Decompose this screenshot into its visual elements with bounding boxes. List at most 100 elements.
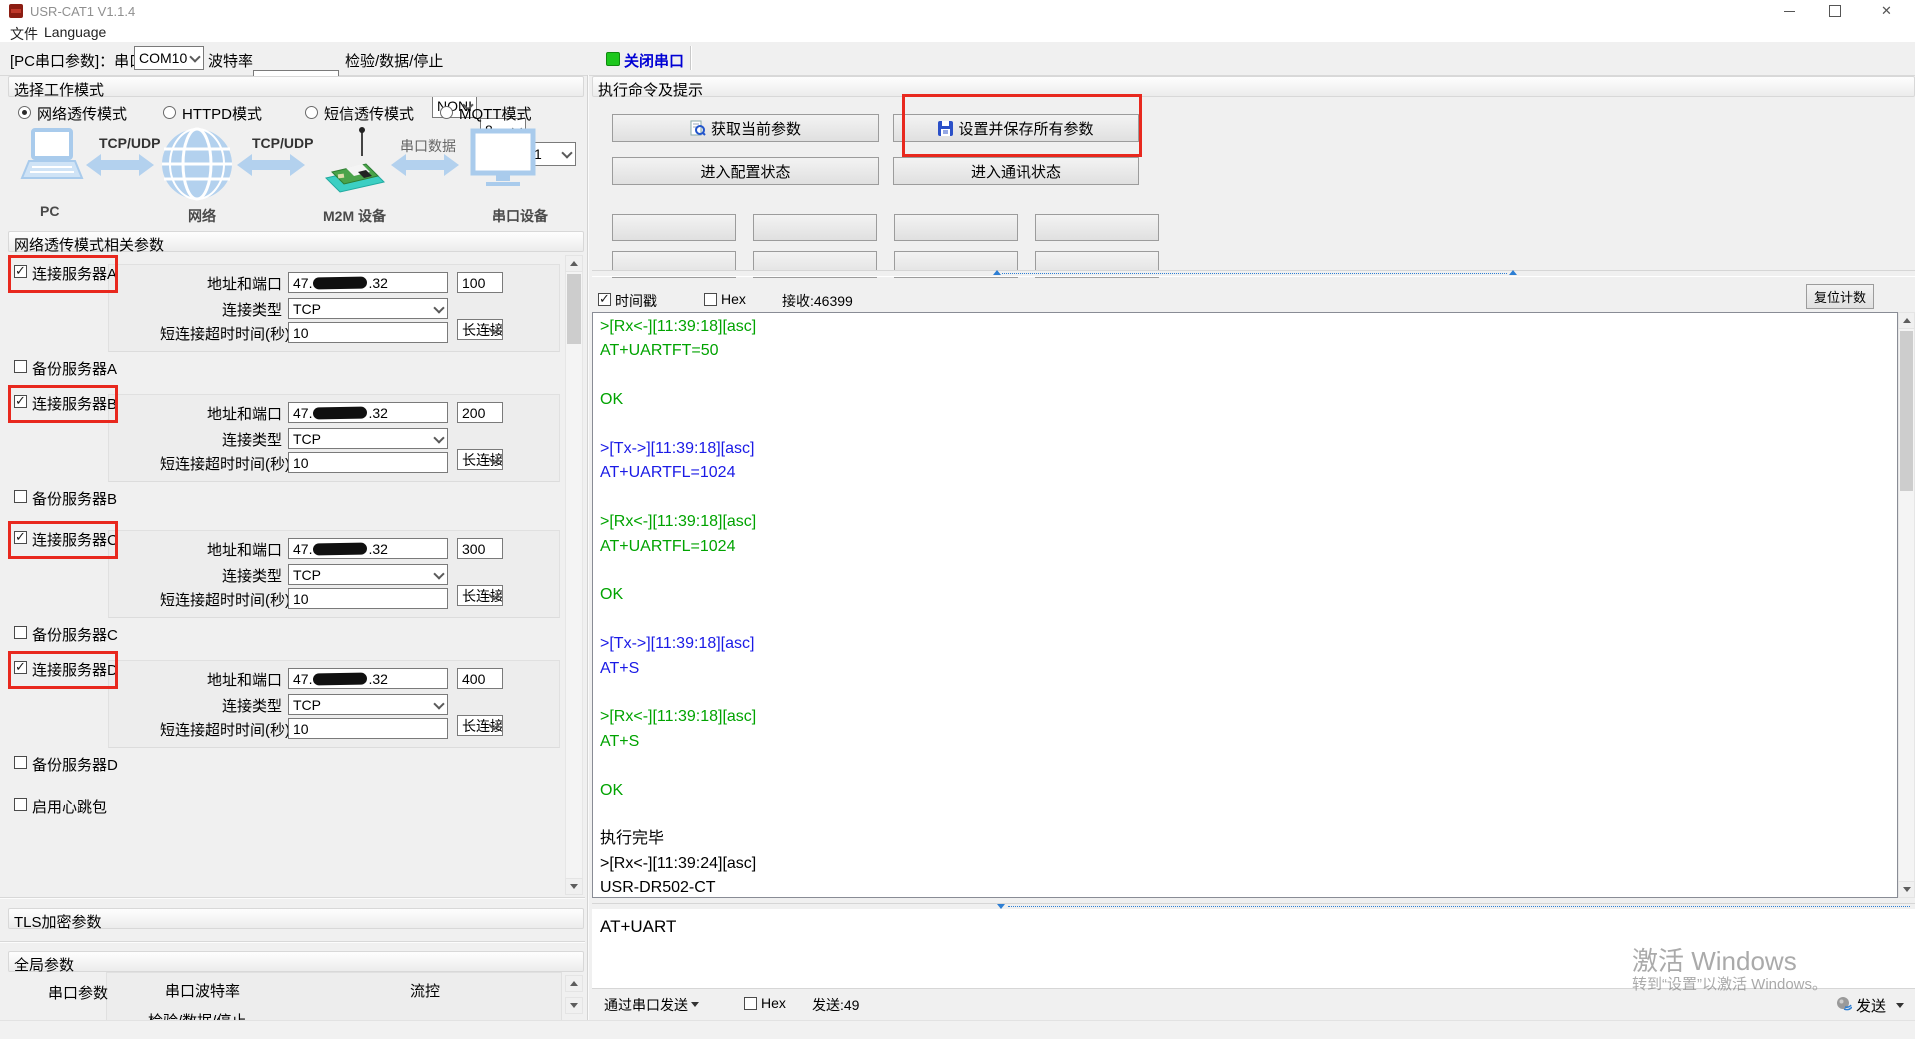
timeout-input[interactable]: 10 (288, 452, 448, 473)
log-line: >[Rx<-][11:39:24][asc] (600, 852, 1880, 876)
serial-open-indicator (606, 52, 620, 66)
global-scroll-up-button[interactable] (565, 975, 583, 992)
log-scroll-down-button[interactable] (1898, 881, 1915, 898)
send-hex-checkbox[interactable] (744, 997, 757, 1010)
port-input[interactable]: 300 (457, 538, 503, 559)
address-port-label: 地址和端口 (160, 539, 282, 560)
conn-type-select[interactable]: TCP (288, 564, 448, 585)
keep-type-select[interactable]: 长连接 (457, 449, 503, 470)
keep-type-select[interactable]: 长连接 (457, 319, 503, 340)
slider-track (1008, 906, 1910, 907)
reset-count-button[interactable]: 复位计数 (1806, 284, 1874, 309)
conn-type-value: TCP (293, 301, 321, 317)
send-via-dropdown[interactable]: 通过串口发送 (604, 995, 688, 1015)
recv-hex-checkbox[interactable] (704, 293, 717, 306)
window-footer (0, 1020, 1915, 1039)
address-prefix: 47. (293, 671, 312, 687)
minimize-button[interactable] (1766, 0, 1812, 22)
redacted-ip-segment (313, 672, 367, 685)
heartbeat-checkbox[interactable] (14, 798, 27, 811)
close-button[interactable]: ✕ (1858, 0, 1915, 22)
parity-label: 检验/数据/停止 (345, 50, 443, 71)
connect-server-checkbox[interactable] (14, 265, 27, 278)
address-suffix: .32 (368, 671, 387, 687)
log-line: >[Rx<-][11:39:18][asc] (600, 510, 1880, 534)
send-input-value: AT+UART (600, 917, 676, 937)
command-button[interactable] (1035, 214, 1159, 241)
address-input[interactable]: 47..32 (288, 538, 448, 559)
conn-type-value: TCP (293, 697, 321, 713)
log-line: AT+UARTFL=1024 (600, 461, 1880, 485)
params-scrollbar[interactable] (565, 255, 583, 895)
backup-server-checkbox[interactable] (14, 360, 27, 373)
command-button[interactable] (894, 214, 1018, 241)
connect-server-checkbox[interactable] (14, 531, 27, 544)
maximize-button[interactable] (1812, 0, 1858, 22)
timeout-input[interactable]: 10 (288, 718, 448, 739)
section-separator (0, 897, 585, 899)
log-line: AT+UARTFT=50 (600, 339, 1880, 363)
log-scrollbar-thumb[interactable] (1900, 331, 1913, 491)
connect-server-checkbox[interactable] (14, 661, 27, 674)
menu-file[interactable]: 文件 (10, 24, 38, 44)
connect-server-label: 连接服务器A (32, 263, 117, 284)
conn-type-label: 连接类型 (160, 695, 282, 716)
keep-type-select[interactable]: 长连接 (457, 715, 503, 736)
port-input[interactable]: 400 (457, 668, 503, 689)
panel-divider (587, 75, 589, 1020)
port-input[interactable]: 200 (457, 402, 503, 423)
conn-type-label: 连接类型 (160, 299, 282, 320)
command-button[interactable] (612, 214, 736, 241)
server-config-block: 连接服务器D 地址和端口 47..32 400 连接类型 TCP 长连接 短连接… (0, 668, 584, 798)
address-input[interactable]: 47..32 (288, 402, 448, 423)
set-save-params-button[interactable]: 设置并保存所有参数 (893, 114, 1139, 142)
scrollbar-up-button[interactable] (565, 255, 583, 272)
chevron-down-icon (561, 147, 572, 158)
port-input[interactable]: 100 (457, 272, 503, 293)
toolbar-separator (690, 46, 692, 70)
close-serial-button[interactable]: 关闭串口 (624, 50, 684, 71)
m2m-device-icon (318, 126, 388, 200)
double-arrow-icon (237, 152, 305, 178)
scrollbar-up-icon (570, 981, 578, 986)
conn-type-select[interactable]: TCP (288, 694, 448, 715)
timeout-input[interactable]: 10 (288, 322, 448, 343)
timestamp-checkbox[interactable] (598, 293, 611, 306)
global-scroll-down-button[interactable] (565, 997, 583, 1014)
get-params-button[interactable]: 获取当前参数 (612, 114, 879, 142)
slider-right-marker[interactable] (1509, 270, 1517, 275)
timeout-input[interactable]: 10 (288, 588, 448, 609)
command-button[interactable] (753, 214, 877, 241)
close-icon: ✕ (1881, 3, 1892, 19)
keep-type-select[interactable]: 长连接 (457, 585, 503, 606)
scrollbar-down-button[interactable] (565, 878, 583, 895)
send-button[interactable]: 发送 (1856, 995, 1886, 1016)
log-line (600, 681, 1880, 705)
log-line (600, 608, 1880, 632)
com-port-select[interactable]: COM10 (134, 46, 204, 70)
menu-language[interactable]: Language (44, 24, 106, 40)
scrollbar-thumb[interactable] (567, 274, 581, 344)
address-input[interactable]: 47..32 (288, 272, 448, 293)
enter-comm-button[interactable]: 进入通讯状态 (893, 157, 1139, 185)
backup-server-checkbox[interactable] (14, 490, 27, 503)
log-line (600, 413, 1880, 437)
backup-server-label: 备份服务器A (32, 358, 117, 379)
conn-type-select[interactable]: TCP (288, 298, 448, 319)
radio-icon (440, 106, 453, 119)
connect-server-label: 连接服务器C (32, 529, 118, 550)
enter-config-button[interactable]: 进入配置状态 (612, 157, 879, 185)
double-arrow-icon (391, 152, 459, 178)
log-scroll-up-button[interactable] (1898, 312, 1915, 329)
address-port-label: 地址和端口 (160, 273, 282, 294)
backup-server-checkbox[interactable] (14, 626, 27, 639)
connect-server-checkbox[interactable] (14, 395, 27, 408)
diagram-serial-label: 串口设备 (492, 206, 548, 226)
connect-server-label: 连接服务器B (32, 393, 117, 414)
minimize-icon (1784, 11, 1795, 12)
conn-type-select[interactable]: TCP (288, 428, 448, 449)
address-input[interactable]: 47. .32 (288, 668, 448, 689)
slider-left-marker[interactable] (993, 270, 1001, 275)
conn-type-value: TCP (293, 431, 321, 447)
backup-server-checkbox[interactable] (14, 756, 27, 769)
